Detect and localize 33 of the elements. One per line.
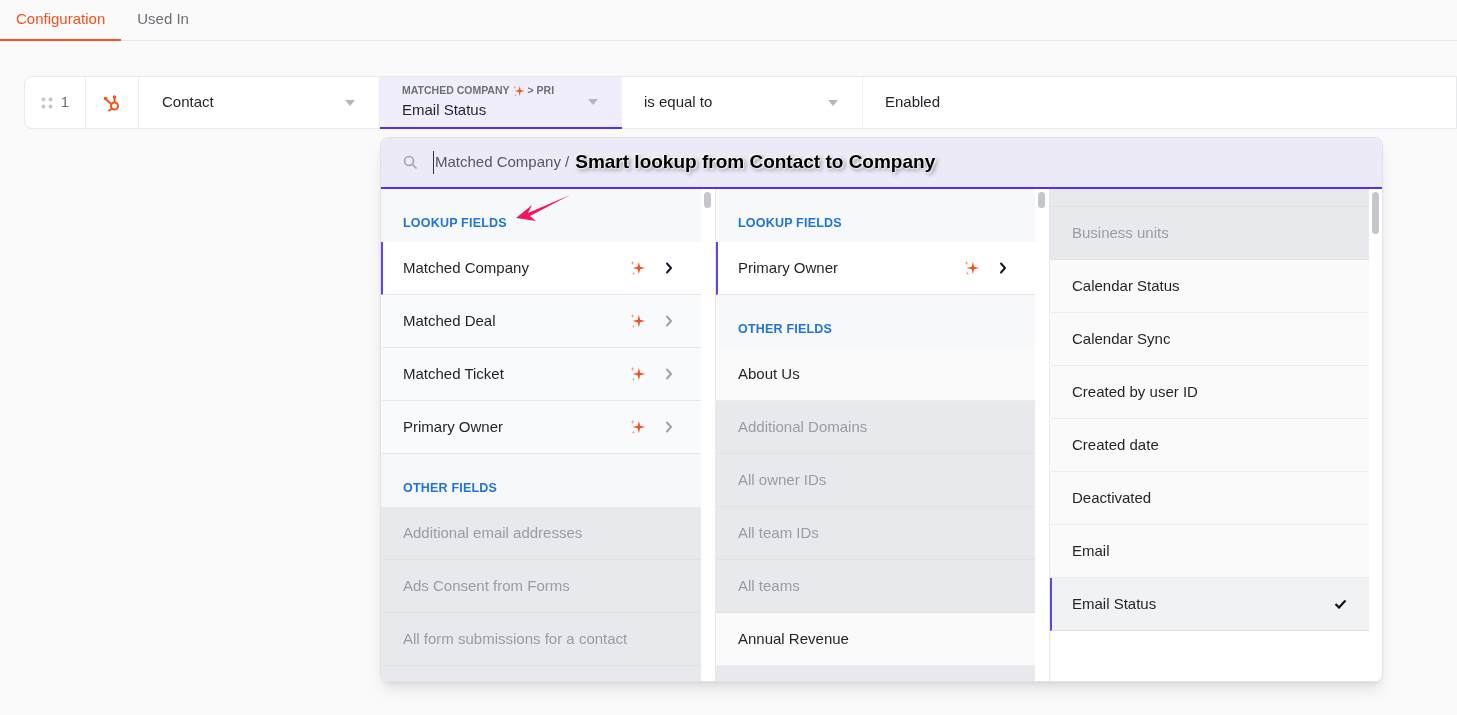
lookup-field-item[interactable]: Matched Company	[381, 242, 701, 295]
lookup-field-item[interactable]: Primary Owner	[716, 242, 1035, 295]
scrollbar-thumb[interactable]	[1372, 192, 1379, 234]
chevron-right-icon	[999, 262, 1007, 274]
field-item[interactable]: Email Status	[1050, 578, 1369, 631]
section-header: LOOKUP FIELDS	[738, 215, 842, 233]
chevron-right-icon	[665, 262, 673, 274]
chevron-right-icon	[665, 421, 673, 433]
search-text: Matched Company /	[433, 151, 570, 174]
drag-handle-icon[interactable]	[40, 96, 53, 109]
hub-logo-icon	[102, 92, 122, 113]
chevron-right-icon	[665, 315, 673, 327]
caret-icon	[828, 99, 838, 106]
field-value: Email Status	[402, 99, 488, 120]
operator-dropdown[interactable]: is equal to	[622, 77, 863, 128]
value-text: Enabled	[885, 92, 941, 113]
search-icon	[403, 155, 418, 170]
scrollbar-thumb[interactable]	[1038, 192, 1045, 208]
section-header: OTHER FIELDS	[738, 321, 833, 339]
section-header: OTHER FIELDS	[403, 480, 498, 498]
chevron-right-icon	[665, 368, 673, 380]
field-path: > PRI	[527, 82, 555, 98]
field-path: MATCHED COMPANY	[402, 82, 510, 98]
tab[interactable]: Used In	[121, 0, 205, 41]
check-icon	[1334, 599, 1347, 609]
search-field[interactable]: Matched Company / Smart lookup from Contact to Company	[381, 138, 1382, 189]
field-dropdown[interactable]: MATCHED COMPANY > PRI Email Status	[380, 77, 622, 129]
caret-icon	[588, 99, 598, 105]
section-header: LOOKUP FIELDS	[403, 215, 507, 233]
row-number: 1	[60, 92, 70, 113]
caret-icon	[345, 99, 355, 106]
scrollbar-thumb[interactable]	[704, 192, 711, 208]
annotation-text: Smart lookup from Contact to Company	[575, 150, 936, 175]
